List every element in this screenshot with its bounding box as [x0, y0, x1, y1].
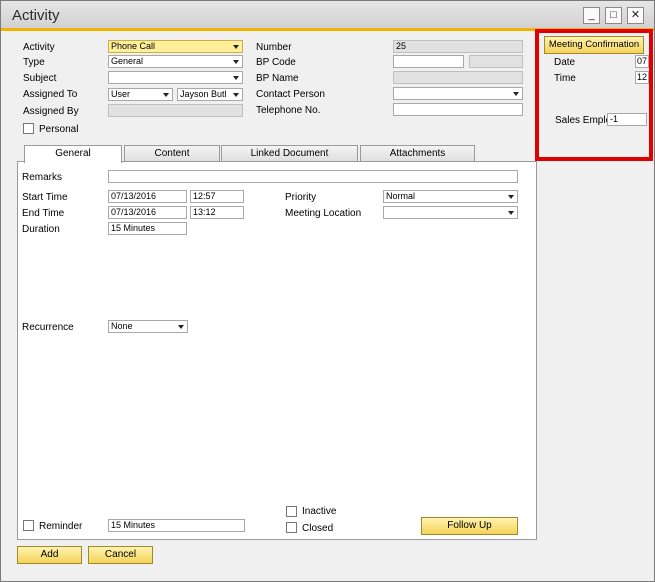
meeting-location-label: Meeting Location — [285, 208, 362, 219]
bp-code-label: BP Code — [256, 57, 296, 68]
remarks-label: Remarks — [22, 172, 63, 183]
minimize-icon[interactable]: _ — [583, 7, 600, 24]
bp-name-label: BP Name — [256, 73, 299, 84]
personal-checkbox[interactable] — [23, 123, 34, 134]
tab-linked-document[interactable]: Linked Document — [221, 145, 358, 162]
personal-label: Personal — [39, 124, 79, 135]
start-date-input[interactable]: 07/13/2016 — [108, 190, 187, 203]
end-time-input[interactable]: 13:12 — [190, 206, 244, 219]
reminder-label: Reminder — [39, 521, 83, 532]
title-bar[interactable] — [1, 1, 654, 31]
cancel-button[interactable]: Cancel — [88, 546, 153, 564]
type-label: Type — [23, 57, 45, 68]
maximize-icon[interactable]: □ — [605, 7, 622, 24]
contact-person-select[interactable] — [393, 87, 523, 100]
subject-label: Subject — [23, 73, 57, 84]
follow-up-button[interactable]: Follow Up — [421, 517, 518, 535]
reminder-input[interactable]: 15 Minutes — [108, 519, 245, 532]
recurrence-label: Recurrence — [22, 322, 74, 333]
window-title: Activity — [12, 7, 60, 24]
assigned-by-label: Assigned By — [23, 106, 79, 117]
tab-content[interactable]: Content — [124, 145, 220, 162]
contact-person-label: Contact Person — [256, 89, 325, 100]
bp-code-input[interactable] — [393, 55, 464, 68]
assigned-by-field — [108, 104, 243, 117]
number-label: Number — [256, 42, 292, 53]
close-icon[interactable]: ✕ — [627, 7, 644, 24]
priority-label: Priority — [285, 192, 317, 203]
start-time-input[interactable]: 12:57 — [190, 190, 244, 203]
reminder-checkbox[interactable] — [23, 520, 34, 531]
remarks-input[interactable] — [108, 170, 518, 183]
telephone-label: Telephone No. — [256, 105, 321, 116]
inactive-label: Inactive — [302, 506, 337, 517]
priority-select[interactable]: Normal — [383, 190, 518, 203]
assigned-to-user-select[interactable]: Jayson Butl — [177, 88, 243, 101]
assigned-to-type-select[interactable]: User — [108, 88, 173, 101]
end-time-label: End Time — [22, 208, 65, 219]
number-field: 25 — [393, 40, 523, 53]
duration-input[interactable]: 15 Minutes — [108, 222, 187, 235]
type-select[interactable]: General — [108, 55, 243, 68]
activity-label: Activity — [23, 42, 55, 53]
telephone-input[interactable] — [393, 103, 523, 116]
add-button[interactable]: Add — [17, 546, 82, 564]
tab-attachments[interactable]: Attachments — [360, 145, 475, 162]
closed-checkbox[interactable] — [286, 522, 297, 533]
subject-select[interactable] — [108, 71, 243, 84]
inactive-checkbox[interactable] — [286, 506, 297, 517]
bp-name-field — [393, 71, 523, 84]
recurrence-select[interactable]: None — [108, 320, 188, 333]
meeting-location-select[interactable] — [383, 206, 518, 219]
bp-code-extra-field — [469, 55, 523, 68]
closed-label: Closed — [302, 523, 334, 534]
highlight-box — [535, 29, 653, 161]
start-time-label: Start Time — [22, 192, 68, 203]
end-date-input[interactable]: 07/13/2016 — [108, 206, 187, 219]
duration-label: Duration — [22, 224, 60, 235]
tab-general[interactable]: General — [24, 145, 122, 163]
assigned-to-label: Assigned To — [23, 89, 78, 100]
activity-select[interactable]: Phone Call — [108, 40, 243, 53]
